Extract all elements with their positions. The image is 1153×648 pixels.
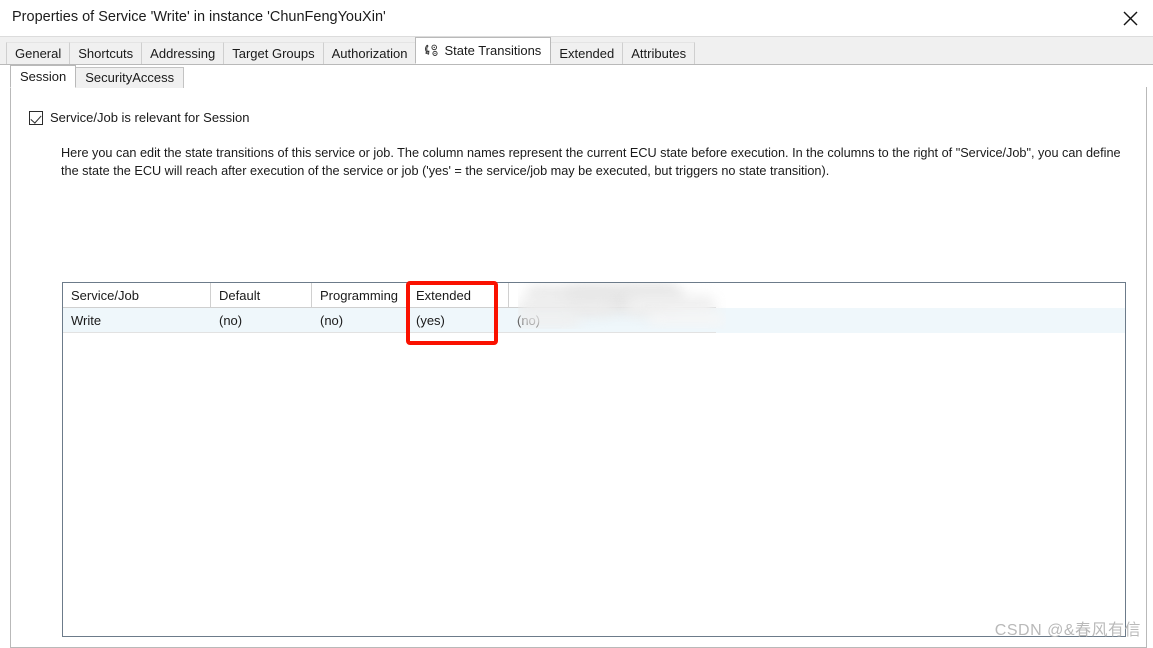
tab-shortcuts-label: Shortcuts (78, 46, 134, 61)
tab-attributes[interactable]: Attributes (622, 42, 696, 64)
session-content-panel: Service/Job is relevant for Session Here… (10, 87, 1147, 648)
description-text: Here you can edit the state transitions … (61, 146, 1121, 178)
tab-state-transitions-label: State Transitions (444, 42, 542, 58)
subtab-securityaccess-label: SecurityAccess (85, 70, 175, 85)
cell-extended[interactable]: (yes) (408, 308, 509, 333)
column-header-service-job[interactable]: Service/Job (63, 283, 211, 308)
tab-authorization[interactable]: Authorization (322, 42, 417, 64)
column-header-filler (716, 283, 1125, 308)
tab-addressing[interactable]: Addressing (141, 42, 225, 64)
column-header-programming[interactable]: Programming (312, 283, 408, 308)
sub-tab-bar: Session SecurityAccess (10, 65, 1147, 88)
tab-general[interactable]: General (6, 42, 71, 64)
table-header-row: Service/Job Default Programming Extended (63, 283, 1125, 308)
window-title: Properties of Service 'Write' in instanc… (12, 9, 386, 25)
cell-programming[interactable]: (no) (312, 308, 408, 333)
subtab-securityaccess[interactable]: SecurityAccess (75, 67, 185, 88)
tab-extended-label: Extended (559, 46, 615, 61)
tab-addressing-label: Addressing (150, 46, 216, 61)
tab-state-transitions[interactable]: State Transitions (415, 37, 552, 64)
tab-shortcuts[interactable]: Shortcuts (69, 42, 143, 64)
column-header-redacted[interactable] (509, 283, 716, 308)
tab-target-groups[interactable]: Target Groups (223, 42, 324, 64)
cell-redacted[interactable]: (no) (509, 308, 716, 333)
state-transitions-table[interactable]: Service/Job Default Programming Extended… (62, 282, 1126, 637)
subtab-session[interactable]: Session (10, 65, 77, 88)
table-row[interactable]: Write (no) (no) (yes) (no) (63, 308, 1125, 333)
subtab-session-label: Session (20, 69, 67, 84)
tab-attributes-label: Attributes (631, 46, 687, 61)
main-tab-bar: General Shortcuts Addressing Target Grou… (0, 37, 1153, 65)
close-icon (1123, 11, 1138, 26)
column-header-extended[interactable]: Extended (408, 283, 509, 308)
service-job-relevant-checkbox[interactable] (29, 110, 43, 125)
tab-general-label: General (15, 46, 62, 61)
cell-filler (716, 308, 1125, 333)
window-titlebar: Properties of Service 'Write' in instanc… (0, 0, 1153, 37)
cell-default[interactable]: (no) (211, 308, 312, 333)
tab-target-groups-label: Target Groups (232, 46, 315, 61)
tab-extended[interactable]: Extended (550, 42, 624, 64)
close-button[interactable] (1107, 0, 1153, 36)
service-job-relevant-label: Service/Job is relevant for Session (50, 110, 250, 125)
state-transitions-icon (424, 43, 439, 58)
grid: Service/Job Default Programming Extended… (63, 283, 1125, 333)
service-job-relevant-checkbox-row[interactable]: Service/Job is relevant for Session (29, 110, 249, 125)
cell-service-job[interactable]: Write (63, 308, 211, 333)
column-header-default[interactable]: Default (211, 283, 312, 308)
tab-authorization-label: Authorization (331, 46, 408, 61)
